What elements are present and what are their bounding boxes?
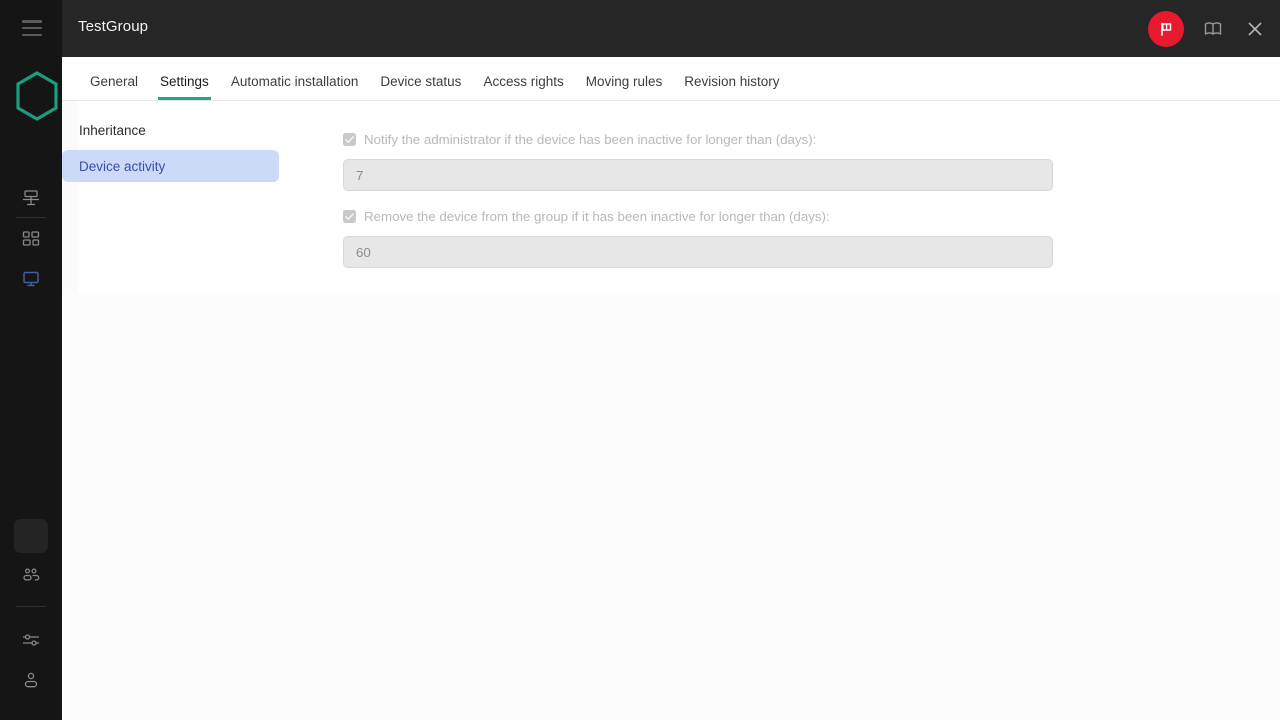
notify-admin-label: Notify the administrator if the device h… [364, 131, 817, 147]
subnav-item-device-activity[interactable]: Device activity [62, 150, 279, 182]
users-group-icon [23, 568, 40, 581]
hamburger-line [22, 33, 42, 36]
tab-revision-history[interactable]: Revision history [673, 74, 790, 100]
tab-settings[interactable]: Settings [149, 74, 220, 100]
tab-device-status[interactable]: Device status [369, 74, 472, 100]
settings-subnav: Inheritance Device activity [62, 114, 295, 186]
sidebar-item-users[interactable] [0, 558, 62, 592]
page-title: TestGroup [78, 18, 149, 35]
header-actions [1148, 0, 1268, 57]
sidebar-item-devices[interactable] [0, 262, 62, 296]
settings-panel: Inheritance Device activity Notify the a… [62, 101, 1280, 293]
tab-access-rights[interactable]: Access rights [472, 74, 574, 100]
tab-general[interactable]: General [79, 74, 149, 100]
check-icon [345, 212, 354, 220]
sidebar-item-settings[interactable] [0, 623, 62, 657]
kaspersky-hexagon-logo [14, 70, 60, 122]
window-header: TestGroup [62, 0, 1280, 57]
left-nav-rail [0, 0, 62, 720]
check-icon [345, 135, 354, 143]
device-activity-form: Notify the administrator if the device h… [343, 101, 1063, 268]
notify-admin-checkbox[interactable] [343, 132, 356, 146]
notify-admin-row: Notify the administrator if the device h… [343, 130, 1063, 148]
tab-bar: General Settings Automatic installation … [62, 57, 1280, 101]
remove-device-row: Remove the device from the group if it h… [343, 207, 1063, 225]
dashboard-grid-icon [22, 231, 40, 246]
tab-moving-rules[interactable]: Moving rules [575, 74, 674, 100]
notify-admin-days-input[interactable]: 7 [343, 159, 1053, 191]
remove-device-label: Remove the device from the group if it h… [364, 208, 830, 224]
sidebar-active-block[interactable] [14, 519, 48, 553]
sidebar-item-account[interactable] [0, 663, 62, 697]
server-icon [23, 190, 39, 206]
remove-device-days-input[interactable]: 60 [343, 236, 1053, 268]
monitor-devices-icon [23, 271, 39, 287]
subnav-item-inheritance[interactable]: Inheritance [62, 114, 279, 146]
sliders-settings-icon [23, 634, 39, 646]
book-manual-icon[interactable] [1200, 16, 1226, 42]
sidebar-item-server[interactable] [0, 181, 62, 215]
flag-icon[interactable] [1148, 10, 1184, 47]
form-mid-spacer [343, 191, 1063, 207]
hamburger-line [22, 20, 42, 23]
hamburger-menu-icon[interactable] [22, 20, 42, 36]
user-account-icon [24, 672, 38, 688]
tab-automatic-installation[interactable]: Automatic installation [220, 74, 370, 100]
rail-divider [16, 217, 46, 218]
close-icon[interactable] [1242, 16, 1268, 42]
app-root: TestGroup General Settings Automatic ins… [0, 0, 1280, 720]
remove-device-checkbox[interactable] [343, 209, 356, 223]
hamburger-line [22, 26, 42, 30]
sidebar-item-dashboard[interactable] [0, 222, 62, 256]
form-top-spacer [343, 101, 1063, 130]
rail-divider [16, 606, 46, 607]
